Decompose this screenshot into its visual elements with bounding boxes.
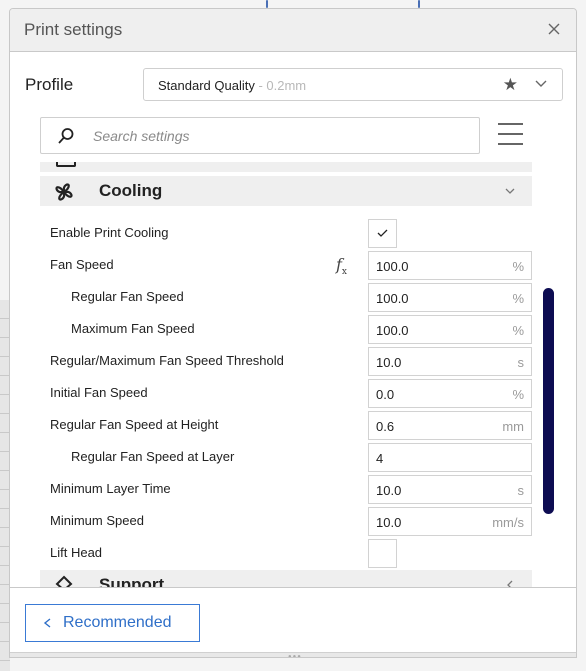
setting-minimum-speed: Minimum Speed 10.0 mm/s [40,505,532,537]
category-icon [56,162,76,167]
maximum-fan-speed-input[interactable]: 100.0 % [368,315,532,344]
regular-fan-speed-at-height-input[interactable]: 0.6 mm [368,411,532,440]
profile-dropdown[interactable]: Standard Quality - 0.2mm ★ [143,68,563,101]
setting-label: Minimum Layer Time [50,481,171,496]
profile-label: Profile [25,75,74,94]
setting-minimum-layer-time: Minimum Layer Time 10.0 s [40,473,532,505]
field-value: 100.0 [376,259,409,274]
category-support[interactable]: Support [40,570,532,588]
search-input[interactable]: Search settings [40,117,480,154]
field-value: 0.0 [376,387,395,402]
setting-initial-fan-speed: Initial Fan Speed 0.0 % [40,377,532,409]
setting-lift-head: Lift Head [40,537,532,569]
field-unit: % [512,259,524,274]
setting-fan-speed: Fan Speed fx 100.0 % [40,249,532,281]
field-value: 4 [376,451,384,466]
close-button[interactable] [544,19,564,39]
panel-title: Print settings [24,20,123,39]
lift-head-checkbox[interactable] [368,539,397,568]
recommended-label: Recommended [63,614,172,631]
hamburger-menu-icon[interactable] [498,123,523,145]
regular-fan-speed-at-layer-input[interactable]: 4 [368,443,532,472]
profile-selected-value: Standard Quality - 0.2mm [158,78,306,93]
viewport-model-edge [266,0,268,8]
profile-name: Standard Quality [158,78,255,93]
fan-icon [55,183,73,201]
fan-speed-threshold-input[interactable]: 10.0 s [368,347,532,376]
field-unit: % [512,387,524,402]
field-value: 10.0 [376,355,402,370]
category-label: Cooling [99,181,163,200]
field-value: 100.0 [376,323,409,338]
setting-label: Fan Speed [50,257,114,272]
setting-label: Enable Print Cooling [50,225,169,240]
field-unit: s [517,483,525,498]
fan-speed-input[interactable]: 100.0 % [368,251,532,280]
field-value: 0.6 [376,419,395,434]
function-icon-subscript: x [341,267,347,278]
minimum-layer-time-input[interactable]: 10.0 s [368,475,532,504]
settings-list: Cooling Enable Print Cooling Fan Speed f… [40,162,532,588]
field-unit: % [512,291,524,306]
chevron-down-icon [505,188,515,194]
chevron-left-icon [43,618,51,628]
chevron-down-icon [535,80,547,87]
close-icon [548,23,560,35]
checkmark-icon [377,229,388,237]
setting-label: Minimum Speed [50,513,144,528]
category-cooling[interactable]: Cooling [40,176,532,206]
previous-category-header[interactable] [40,162,532,172]
setting-label: Regular Fan Speed at Height [50,417,219,432]
setting-regular-fan-speed-at-height: Regular Fan Speed at Height 0.6 mm [40,409,532,441]
viewport-model-edge [418,0,420,8]
field-value: 100.0 [376,291,409,306]
setting-enable-print-cooling: Enable Print Cooling [40,217,532,249]
field-value: 10.0 [376,483,402,498]
setting-label: Regular/Maximum Fan Speed Threshold [50,353,284,368]
panel-footer: Recommended ●●● [10,587,576,658]
star-icon[interactable]: ★ [503,75,518,95]
search-icon [58,128,74,144]
initial-fan-speed-input[interactable]: 0.0 % [368,379,532,408]
panel-resize-handle[interactable]: ●●● [10,652,576,658]
profile-layer-height: - 0.2mm [254,78,307,93]
field-unit: mm [502,419,524,434]
setting-label: Regular Fan Speed at Layer [71,449,235,464]
setting-regular-fan-speed-at-layer: Regular Fan Speed at Layer 4 [40,441,532,473]
field-unit: % [512,323,524,338]
panel-header: Print settings [10,9,576,52]
setting-label: Initial Fan Speed [50,385,148,400]
search-placeholder: Search settings [93,128,190,144]
resize-grip-icon: ●●● [288,654,302,658]
regular-fan-speed-input[interactable]: 100.0 % [368,283,532,312]
settings-scrollbar[interactable] [543,288,554,514]
setting-label: Regular Fan Speed [71,289,184,304]
field-unit: s [517,355,525,370]
setting-fan-speed-threshold: Regular/Maximum Fan Speed Threshold 10.0… [40,345,532,377]
print-settings-panel: Print settings Profile Standard Quality … [9,8,577,658]
setting-label: Lift Head [50,545,103,560]
field-value: 10.0 [376,515,402,530]
setting-regular-fan-speed: Regular Fan Speed 100.0 % [40,281,532,313]
enable-print-cooling-checkbox[interactable] [368,219,397,248]
minimum-speed-input[interactable]: 10.0 mm/s [368,507,532,536]
field-unit: mm/s [492,515,524,530]
setting-maximum-fan-speed: Maximum Fan Speed 100.0 % [40,313,532,345]
function-icon[interactable]: fx [336,255,347,277]
setting-label: Maximum Fan Speed [71,321,195,336]
recommended-button[interactable]: Recommended [25,604,200,642]
